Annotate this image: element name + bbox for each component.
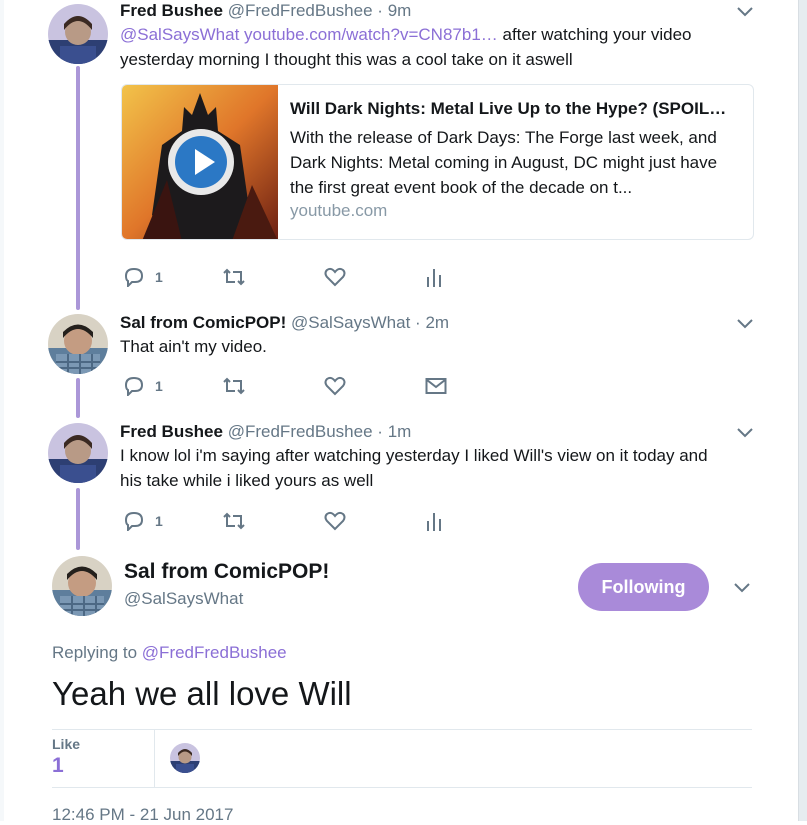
tweet-timestamp: 12:46 PM - 21 Jun 2017 <box>52 805 234 824</box>
card-description: With the release of Dark Days: The Forge… <box>290 128 718 197</box>
reply-count: 1 <box>155 378 163 394</box>
retweet-icon <box>223 512 245 530</box>
like-button[interactable] <box>324 510 346 532</box>
tweet-text: I know lol i'm saying after watching yes… <box>120 446 708 490</box>
avatar[interactable] <box>48 423 108 483</box>
play-icon[interactable] <box>166 127 236 197</box>
avatar[interactable] <box>48 4 108 64</box>
reply-icon <box>124 267 144 287</box>
liker-avatar[interactable] <box>170 743 200 773</box>
replying-to-link[interactable]: @FredFredBushee <box>142 643 287 662</box>
reply-icon <box>124 376 144 396</box>
link-card[interactable]: Will Dark Nights: Metal Live Up to the H… <box>121 84 754 240</box>
reply-button[interactable]: 1 <box>123 375 163 397</box>
replying-prefix: Replying to <box>52 643 138 662</box>
right-scroll-edge[interactable] <box>798 0 807 821</box>
mention-link[interactable]: @SalSaysWhat <box>120 25 239 44</box>
timestamp[interactable]: 9m <box>388 1 412 20</box>
divider <box>52 787 752 788</box>
chevron-down-icon[interactable] <box>736 318 754 330</box>
display-name[interactable]: Sal from ComicPOP! <box>124 560 329 584</box>
tweet-header: Fred Bushee @FredFredBushee · 9m <box>120 1 411 21</box>
thread-line <box>76 378 80 418</box>
timestamp[interactable]: 1m <box>388 422 412 441</box>
likes-count[interactable]: 1 <box>52 754 64 778</box>
card-title[interactable]: Will Dark Nights: Metal Live Up to the H… <box>290 99 745 119</box>
replying-to: Replying to @FredFredBushee <box>52 643 287 663</box>
display-name[interactable]: Sal from ComicPOP! <box>120 313 286 332</box>
chevron-down-icon[interactable] <box>733 582 751 594</box>
tweet-text: That ain't my video. <box>120 337 267 356</box>
handle[interactable]: @FredFredBushee <box>228 422 373 441</box>
like-button[interactable] <box>324 375 346 397</box>
left-edge <box>0 0 4 821</box>
card-thumbnail[interactable] <box>122 85 278 239</box>
like-button[interactable] <box>324 266 346 288</box>
retweet-icon <box>223 268 245 286</box>
retweet-icon <box>223 377 245 395</box>
tweet-text-part: after watching your video <box>497 25 692 44</box>
divider <box>154 729 155 787</box>
separator: · <box>377 422 383 441</box>
separator: · <box>415 313 421 332</box>
retweet-button[interactable] <box>222 375 246 397</box>
tweet-actions: 1 <box>123 510 453 532</box>
analytics-button[interactable] <box>425 266 443 288</box>
chevron-down-icon[interactable] <box>736 427 754 439</box>
display-name[interactable]: Fred Bushee <box>120 422 223 441</box>
like-icon <box>324 511 346 531</box>
tweet-actions: 1 <box>123 266 453 288</box>
chevron-down-icon[interactable] <box>736 6 754 18</box>
main-tweet-text: Yeah we all love Will <box>52 675 352 712</box>
following-button[interactable]: Following <box>578 563 709 611</box>
retweet-button[interactable] <box>222 510 246 532</box>
display-name[interactable]: Fred Bushee <box>120 1 223 20</box>
analytics-icon <box>427 269 441 287</box>
analytics-button[interactable] <box>425 510 443 532</box>
divider <box>52 729 752 730</box>
thread-line <box>76 66 80 310</box>
reply-count: 1 <box>155 513 163 529</box>
analytics-icon <box>427 513 441 531</box>
reply-icon <box>124 511 144 531</box>
separator: · <box>377 1 383 20</box>
retweet-button[interactable] <box>222 266 246 288</box>
reply-button[interactable]: 1 <box>123 510 163 532</box>
tweet-text-line: yesterday morning I thought this was a c… <box>120 50 573 69</box>
tweet-text: @SalSaysWhat youtube.com/watch?v=CN87b1…… <box>120 22 760 72</box>
direct-message-button[interactable] <box>425 375 447 397</box>
timestamp[interactable]: 2m <box>425 313 449 332</box>
handle[interactable]: @SalSaysWhat <box>291 313 410 332</box>
card-domain: youtube.com <box>290 201 388 220</box>
like-icon <box>324 376 346 396</box>
handle[interactable]: @FredFredBushee <box>228 1 373 20</box>
reply-count: 1 <box>155 269 163 285</box>
tweet-actions: 1 <box>123 375 453 397</box>
url-link[interactable]: youtube.com/watch?v=CN87b1… <box>244 25 498 44</box>
tweet-header: Fred Bushee @FredFredBushee · 1m <box>120 422 411 442</box>
handle[interactable]: @SalSaysWhat <box>124 589 243 609</box>
avatar[interactable] <box>48 314 108 374</box>
direct-message-icon <box>425 378 447 394</box>
like-icon <box>324 267 346 287</box>
thread-line <box>76 488 80 550</box>
tweet-header: Sal from ComicPOP! @SalSaysWhat · 2m <box>120 313 449 333</box>
avatar[interactable] <box>52 556 112 616</box>
likes-label: Like <box>52 736 81 752</box>
reply-button[interactable]: 1 <box>123 266 163 288</box>
